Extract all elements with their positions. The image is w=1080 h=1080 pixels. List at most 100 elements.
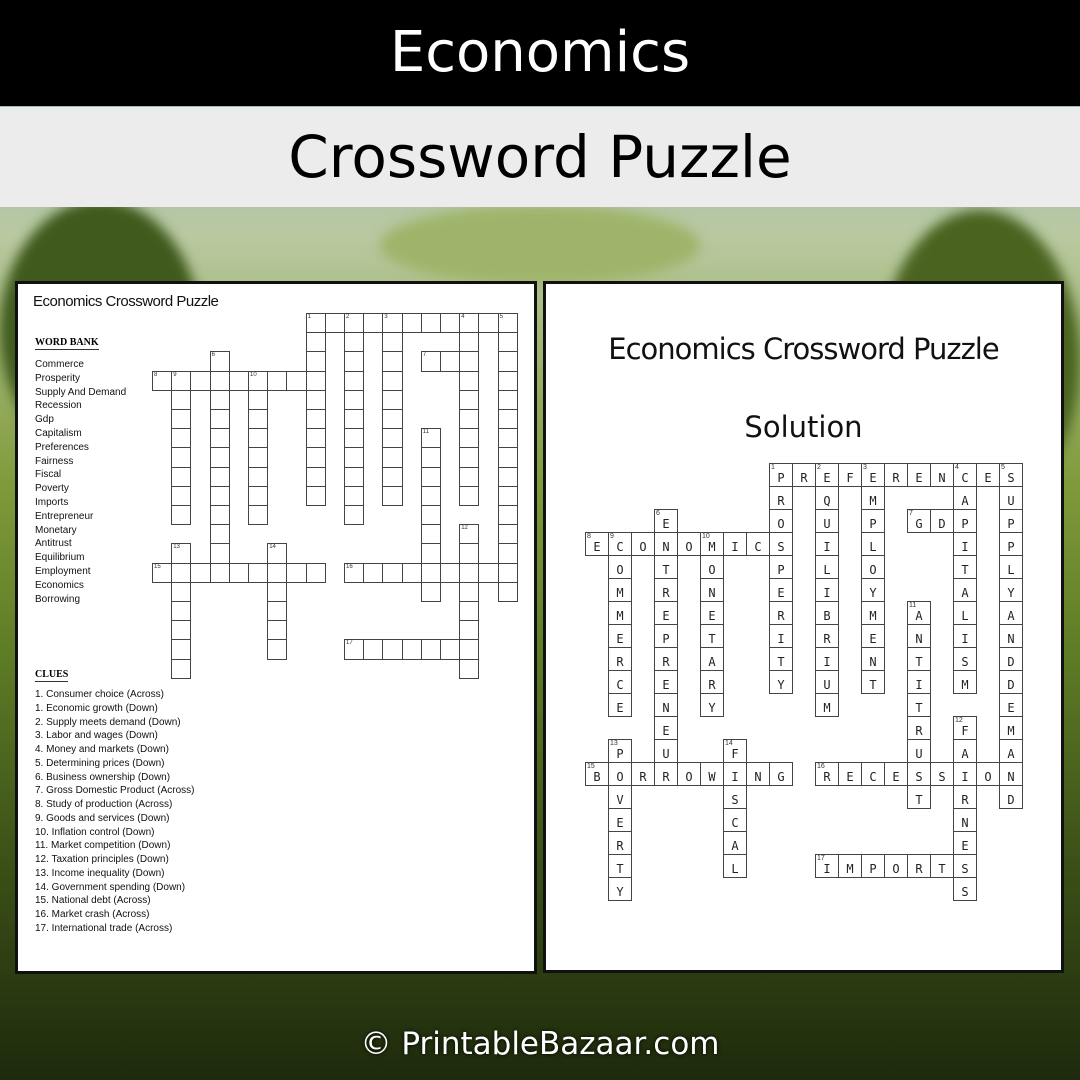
grid-cell[interactable] [171, 620, 192, 641]
grid-cell[interactable] [267, 639, 288, 660]
grid-cell[interactable]: T [907, 785, 931, 809]
grid-cell[interactable]: T [907, 647, 931, 671]
grid-cell[interactable]: 8 [152, 370, 173, 391]
grid-cell[interactable] [382, 332, 403, 353]
grid-cell[interactable]: M [838, 854, 862, 878]
grid-cell[interactable] [305, 389, 326, 410]
grid-cell[interactable] [497, 581, 518, 602]
grid-cell[interactable] [171, 428, 192, 449]
grid-cell[interactable]: 13 [171, 543, 192, 564]
grid-cell[interactable]: U [999, 486, 1023, 510]
grid-cell[interactable] [459, 466, 480, 487]
grid-cell[interactable]: D [999, 647, 1023, 671]
grid-cell[interactable]: E [608, 693, 632, 717]
grid-cell[interactable]: S [723, 785, 747, 809]
grid-cell[interactable] [267, 370, 288, 391]
grid-cell[interactable]: P [953, 509, 977, 533]
grid-cell[interactable]: 6E [654, 509, 678, 533]
grid-cell[interactable]: Y [861, 578, 885, 602]
grid-cell[interactable]: N [700, 578, 724, 602]
grid-cell[interactable] [171, 505, 192, 526]
grid-cell[interactable]: I [907, 670, 931, 694]
grid-cell[interactable]: S [907, 762, 931, 786]
grid-cell[interactable] [401, 313, 422, 334]
grid-cell[interactable] [440, 639, 461, 660]
grid-cell[interactable] [401, 562, 422, 583]
grid-cell[interactable] [420, 447, 441, 468]
grid-cell[interactable]: M [608, 578, 632, 602]
grid-cell[interactable]: E [976, 463, 1000, 487]
grid-cell[interactable]: N [999, 762, 1023, 786]
grid-cell[interactable]: 3E [861, 463, 885, 487]
grid-cell[interactable]: E [884, 762, 908, 786]
grid-cell[interactable] [459, 428, 480, 449]
grid-cell[interactable] [459, 639, 480, 660]
grid-cell[interactable]: 12 F [953, 716, 977, 740]
grid-cell[interactable]: S [769, 532, 793, 556]
grid-cell[interactable] [497, 351, 518, 372]
grid-cell[interactable] [171, 409, 192, 430]
grid-cell[interactable] [209, 485, 230, 506]
grid-cell[interactable] [305, 466, 326, 487]
grid-cell[interactable] [459, 485, 480, 506]
grid-cell[interactable] [363, 562, 384, 583]
grid-cell[interactable] [459, 601, 480, 622]
grid-cell[interactable]: P [769, 555, 793, 579]
grid-cell[interactable] [420, 466, 441, 487]
grid-cell[interactable] [228, 562, 249, 583]
grid-cell[interactable] [228, 370, 249, 391]
grid-cell[interactable]: 9C [608, 532, 632, 556]
grid-cell[interactable] [459, 370, 480, 391]
grid-cell[interactable] [344, 389, 365, 410]
grid-cell[interactable]: S [953, 854, 977, 878]
grid-cell[interactable]: 16 [344, 562, 365, 583]
grid-cell[interactable]: R [815, 624, 839, 648]
grid-cell[interactable] [497, 447, 518, 468]
grid-cell[interactable] [497, 409, 518, 430]
grid-cell[interactable] [459, 562, 480, 583]
grid-cell[interactable]: S [930, 762, 954, 786]
grid-cell[interactable]: U [907, 739, 931, 763]
grid-cell[interactable] [209, 370, 230, 391]
grid-cell[interactable] [267, 601, 288, 622]
grid-cell[interactable]: R [608, 647, 632, 671]
grid-cell[interactable]: T [953, 555, 977, 579]
grid-cell[interactable]: Y [999, 578, 1023, 602]
grid-cell[interactable]: 11 A [907, 601, 931, 625]
grid-cell[interactable]: O [631, 532, 655, 556]
grid-cell[interactable] [171, 581, 192, 602]
grid-cell[interactable] [267, 581, 288, 602]
grid-cell[interactable]: 5S [999, 463, 1023, 487]
grid-cell[interactable] [248, 562, 269, 583]
grid-cell[interactable]: M [861, 601, 885, 625]
grid-cell[interactable]: E [769, 578, 793, 602]
grid-cell[interactable]: N [999, 624, 1023, 648]
grid-cell[interactable] [478, 313, 499, 334]
grid-cell[interactable] [382, 447, 403, 468]
grid-cell[interactable] [209, 447, 230, 468]
grid-cell[interactable] [305, 428, 326, 449]
grid-cell[interactable]: E [861, 624, 885, 648]
grid-cell[interactable] [305, 370, 326, 391]
grid-cell[interactable]: T [907, 693, 931, 717]
grid-cell[interactable] [248, 505, 269, 526]
grid-cell[interactable] [286, 562, 307, 583]
grid-cell[interactable] [209, 562, 230, 583]
grid-cell[interactable]: I [953, 532, 977, 556]
grid-cell[interactable]: 14 [267, 543, 288, 564]
grid-cell[interactable]: 15 B [585, 762, 609, 786]
grid-cell[interactable]: W [700, 762, 724, 786]
grid-cell[interactable] [171, 658, 192, 679]
grid-cell[interactable]: R [654, 578, 678, 602]
grid-cell[interactable] [440, 351, 461, 372]
grid-cell[interactable]: T [930, 854, 954, 878]
grid-cell[interactable]: P [861, 854, 885, 878]
grid-cell[interactable]: 3 [382, 313, 403, 334]
grid-cell[interactable]: Y [700, 693, 724, 717]
grid-cell[interactable] [497, 466, 518, 487]
grid-cell[interactable]: R [654, 647, 678, 671]
grid-cell[interactable]: 9 [171, 370, 192, 391]
grid-cell[interactable]: I [953, 762, 977, 786]
grid-cell[interactable]: 2 [344, 313, 365, 334]
grid-cell[interactable]: P [999, 532, 1023, 556]
